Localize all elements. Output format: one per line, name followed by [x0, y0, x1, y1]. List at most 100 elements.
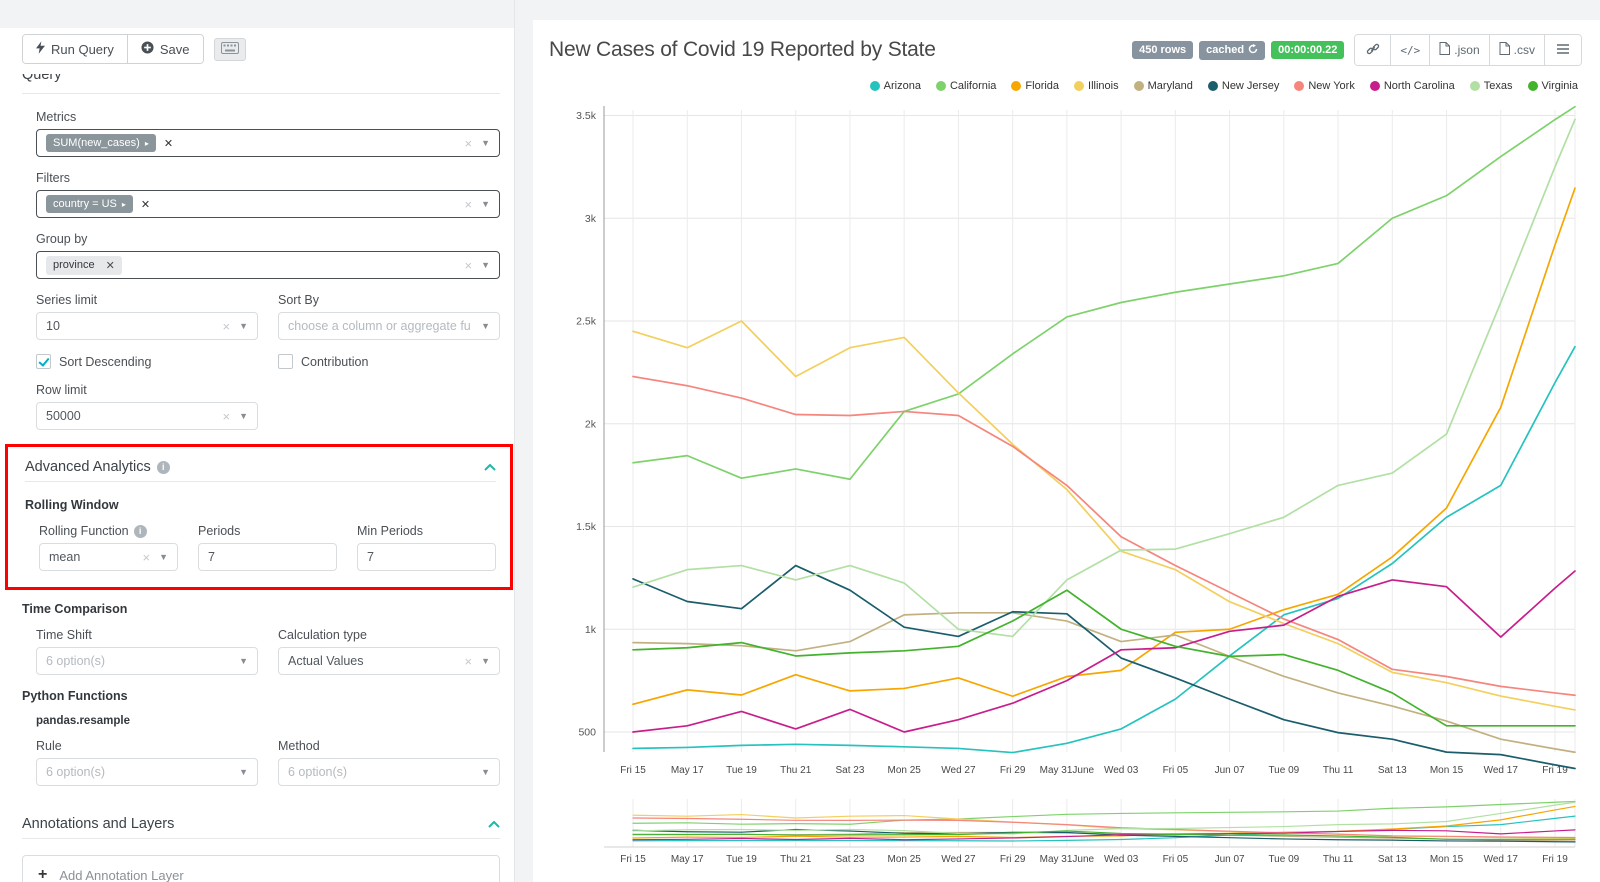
metrics-label: Metrics	[36, 110, 77, 124]
chevron-down-icon[interactable]: ▼	[239, 321, 248, 331]
hamburger-menu-icon	[1557, 43, 1569, 57]
chart-header: New Cases of Covid 19 Reported by State …	[549, 34, 1582, 66]
clear-icon[interactable]: ×	[464, 136, 472, 151]
metric-tag[interactable]: SUM(new_cases) ▸	[46, 134, 156, 152]
y-axis-tick-label: 3k	[585, 213, 597, 225]
calculation-type-select[interactable]: Actual Values × ▼	[278, 647, 500, 675]
sort-by-label: Sort By	[278, 293, 319, 307]
short-link-button[interactable]	[1355, 35, 1392, 65]
method-select[interactable]: 6 option(s) ▼	[278, 758, 500, 786]
legend-label: Virginia	[1541, 80, 1579, 92]
file-icon	[1499, 42, 1510, 58]
chevron-down-icon[interactable]: ▼	[239, 656, 248, 666]
chevron-down-icon[interactable]: ▼	[481, 260, 490, 270]
chevron-down-icon[interactable]: ▼	[481, 321, 490, 331]
legend-item[interactable]: Arizona	[869, 80, 921, 92]
save-button[interactable]: Save	[127, 35, 203, 63]
series-line-florida	[632, 187, 1576, 706]
chart-menu-button[interactable]	[1545, 35, 1581, 65]
legend-item[interactable]: Florida	[1011, 80, 1059, 92]
min-periods-label: Min Periods	[357, 524, 423, 538]
chart-title: New Cases of Covid 19 Reported by State	[549, 38, 936, 61]
legend-label: North Carolina	[1383, 80, 1455, 92]
remove-groupby-icon[interactable]: ✕	[106, 259, 115, 272]
annotations-title: Annotations and Layers	[22, 816, 175, 832]
rule-select[interactable]: 6 option(s) ▼	[36, 758, 258, 786]
legend-swatch	[1369, 81, 1380, 91]
chevron-down-icon[interactable]: ▼	[239, 411, 248, 421]
clear-icon[interactable]: ×	[464, 654, 472, 669]
legend-swatch	[869, 81, 880, 91]
mini-chart-svg[interactable]: Fri 15 May 17 Tue 19 Thu 21 Sat 23 Mon 25 Wed …	[549, 791, 1579, 871]
clear-icon[interactable]: ×	[464, 258, 472, 273]
x-axis-tick-label: Wed 17	[1484, 765, 1519, 776]
x-axis-tick-label: Fri 19	[1542, 854, 1568, 865]
groupby-tag[interactable]: province ✕	[46, 255, 122, 275]
contribution-checkbox[interactable]	[278, 354, 293, 369]
superset-explore-view: Run Query Save Query Metrics SUM(new_cas…	[0, 0, 1600, 882]
rule-label: Rule	[36, 739, 62, 753]
periods-input[interactable]	[198, 543, 337, 571]
legend-item[interactable]: Texas	[1469, 80, 1513, 92]
add-annotation-layer-button[interactable]: + Add Annotation Layer	[22, 855, 500, 882]
plus-icon: +	[38, 866, 48, 882]
time-shift-select[interactable]: 6 option(s) ▼	[36, 647, 258, 675]
x-axis-tick-label: Fri 15	[620, 854, 646, 865]
legend-item[interactable]: Illinois	[1074, 80, 1119, 92]
info-icon: i	[156, 460, 170, 474]
legend-item[interactable]: North Carolina	[1369, 80, 1455, 92]
rolling-function-label: Rolling Function i	[39, 524, 178, 538]
legend-item[interactable]: New York	[1294, 80, 1355, 92]
run-query-label: Run Query	[51, 41, 114, 57]
chevron-down-icon[interactable]: ▼	[481, 138, 490, 148]
chevron-down-icon[interactable]: ▼	[481, 199, 490, 209]
legend-item[interactable]: New Jersey	[1207, 80, 1279, 92]
cached-badge[interactable]: cached	[1199, 40, 1266, 60]
keyboard-icon	[220, 41, 239, 57]
annotations-header[interactable]: Annotations and Layers	[22, 816, 500, 832]
panel-top-strip	[0, 0, 514, 28]
x-axis-tick-label: Sat 23	[835, 765, 864, 776]
legend-item[interactable]: Maryland	[1133, 80, 1193, 92]
legend-swatch	[1074, 81, 1085, 91]
x-axis-tick-label: Fri 05	[1163, 765, 1189, 776]
caret-right-icon: ▸	[121, 199, 126, 209]
clear-icon[interactable]: ×	[142, 550, 150, 565]
x-axis-tick-label: Mon 15	[1430, 765, 1464, 776]
run-query-button[interactable]: Run Query	[23, 35, 128, 63]
series-limit-select[interactable]: 10 × ▼	[36, 312, 258, 340]
export-csv-button[interactable]: .csv	[1489, 35, 1545, 65]
rolling-function-select[interactable]: mean × ▼	[39, 543, 178, 571]
filter-tag[interactable]: country = US ▸	[46, 195, 133, 213]
row-limit-select[interactable]: 50000 × ▼	[36, 402, 258, 430]
embed-code-button[interactable]: </>	[1391, 35, 1431, 65]
chevron-down-icon[interactable]: ▼	[239, 767, 248, 777]
chevron-down-icon[interactable]: ▼	[481, 767, 490, 777]
legend-item[interactable]: California	[935, 80, 996, 92]
remove-metric-icon[interactable]: ✕	[164, 137, 173, 150]
series-line-virginia	[632, 589, 1576, 727]
time-shift-label: Time Shift	[36, 628, 92, 642]
metrics-select[interactable]: SUM(new_cases) ▸ ✕ × ▼	[36, 129, 500, 157]
filters-select[interactable]: country = US ▸ ✕ × ▼	[36, 190, 500, 218]
remove-filter-icon[interactable]: ✕	[141, 198, 150, 211]
clear-icon[interactable]: ×	[464, 197, 472, 212]
chevron-up-icon[interactable]	[488, 816, 500, 832]
x-axis-tick-label: Thu 21	[780, 765, 812, 776]
sort-by-select[interactable]: choose a column or aggregate fu ▼	[278, 312, 500, 340]
x-axis-tick-label: Sat 23	[835, 854, 864, 865]
chevron-down-icon[interactable]: ▼	[159, 552, 168, 562]
x-axis-tick-label: Tue 09	[1268, 765, 1299, 776]
clear-icon[interactable]: ×	[222, 319, 230, 334]
min-periods-input[interactable]	[357, 543, 496, 571]
advanced-analytics-header[interactable]: Advanced Analytics i	[25, 459, 496, 475]
export-json-button[interactable]: .json	[1430, 35, 1490, 65]
legend-item[interactable]: Virginia	[1527, 80, 1579, 92]
legend-swatch	[1207, 81, 1218, 91]
groupby-select[interactable]: province ✕ × ▼	[36, 251, 500, 279]
chevron-down-icon[interactable]: ▼	[481, 656, 490, 666]
chevron-up-icon[interactable]	[484, 459, 496, 475]
sort-descending-checkbox[interactable]	[36, 354, 51, 369]
keyboard-shortcuts-button[interactable]	[213, 37, 246, 61]
clear-icon[interactable]: ×	[222, 409, 230, 424]
